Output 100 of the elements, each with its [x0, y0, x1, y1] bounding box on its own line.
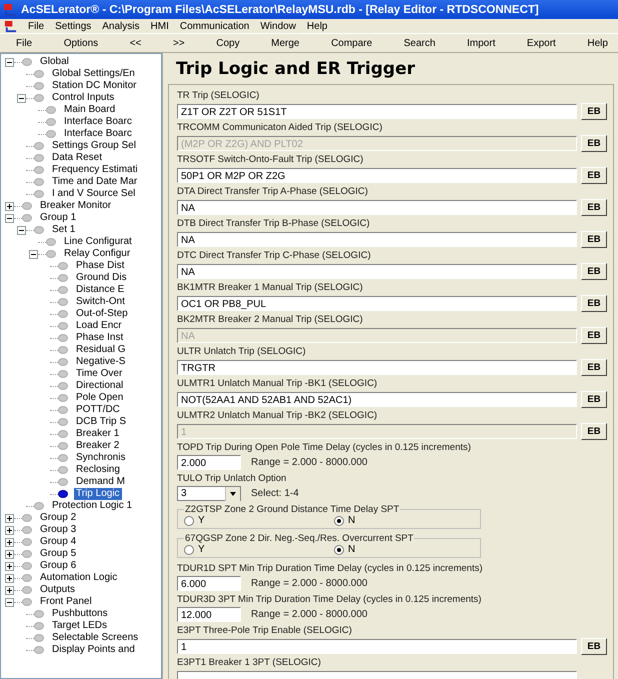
radio-option[interactable]: N	[334, 544, 474, 555]
menu-item[interactable]: Help	[306, 20, 328, 32]
toolbar-button[interactable]: Import	[465, 38, 498, 48]
tree-item[interactable]: Outputs	[38, 584, 78, 596]
toolbar-button[interactable]: <<	[128, 38, 144, 48]
tree-item[interactable]: Breaker 2	[74, 440, 122, 452]
menu-item[interactable]: HMI	[150, 20, 169, 32]
expand-toggle-icon[interactable]	[5, 550, 14, 558]
tree-item[interactable]: POTT/DC	[74, 404, 122, 416]
tree-item[interactable]: Ground Dis	[74, 272, 129, 284]
tree-item[interactable]: Settings Group Sel	[50, 140, 138, 152]
menu-item[interactable]: Communication	[180, 20, 250, 32]
expand-toggle-icon[interactable]	[5, 202, 14, 210]
expand-toggle-icon[interactable]	[5, 562, 14, 570]
input-field[interactable]: 50P1 OR M2P OR Z2G	[177, 168, 577, 182]
dropdown[interactable]: 3	[177, 486, 241, 501]
tree-item[interactable]: Switch-Ont	[74, 296, 127, 308]
edit-button[interactable]: EB	[581, 102, 607, 120]
tree-item[interactable]: Time Over	[74, 368, 124, 380]
input-field[interactable]: NOT(52AA1 AND 52AB1 AND 52AC1)	[177, 392, 577, 406]
toolbar-button[interactable]: Options	[62, 38, 100, 48]
input-field[interactable]: 6.000	[177, 576, 241, 591]
tree-item[interactable]: Station DC Monitor	[50, 80, 138, 92]
tree-item[interactable]: Breaker Monitor	[38, 200, 114, 212]
toolbar-button[interactable]: Merge	[269, 38, 302, 48]
tree-item[interactable]: Group 5	[38, 548, 78, 560]
tree-item[interactable]: Protection Logic 1	[50, 500, 134, 512]
expand-toggle-icon[interactable]	[5, 214, 14, 222]
tree-item[interactable]: Directional	[74, 380, 126, 392]
radio-option[interactable]: Y	[184, 544, 334, 555]
input-field[interactable]: 1	[177, 638, 577, 654]
tree-item[interactable]: Reclosing	[74, 464, 122, 476]
tree-item[interactable]: Load Encr	[74, 320, 124, 332]
tree-item[interactable]: Phase Dist	[74, 260, 126, 272]
edit-button[interactable]: EB	[581, 358, 607, 376]
edit-button[interactable]: EB	[581, 390, 607, 408]
radio-button[interactable]	[334, 544, 344, 554]
tree-item[interactable]: Interface Boarc	[62, 116, 134, 128]
tree-item[interactable]: Display Points and	[50, 644, 137, 656]
edit-button[interactable]: EB	[581, 262, 607, 280]
menu-item[interactable]: Analysis	[102, 20, 140, 32]
input-field[interactable]: 2.000	[177, 455, 241, 470]
toolbar-button[interactable]: File	[14, 38, 34, 48]
tree-item[interactable]: Demand M	[74, 476, 127, 488]
menu-item[interactable]: Window	[260, 20, 296, 32]
expand-toggle-icon[interactable]	[5, 586, 14, 594]
tree-item[interactable]: Group 3	[38, 524, 78, 536]
tree-item[interactable]: DCB Trip S	[74, 416, 128, 428]
expand-toggle-icon[interactable]	[5, 58, 14, 66]
input-field[interactable]: NA	[177, 264, 577, 278]
menu-item[interactable]: File	[28, 20, 44, 32]
tree-item[interactable]: Automation Logic	[38, 572, 120, 584]
expand-toggle-icon[interactable]	[5, 598, 14, 606]
tree-item[interactable]: Synchronis	[74, 452, 128, 464]
tree-item[interactable]: Main Board	[62, 104, 118, 116]
tree-item[interactable]: Set 1	[50, 224, 78, 236]
edit-button[interactable]: EB	[581, 294, 607, 312]
edit-button[interactable]: EB	[581, 638, 607, 654]
tree-item[interactable]: Group 2	[38, 512, 78, 524]
tree-item[interactable]: Selectable Screens	[50, 632, 140, 644]
tree-item[interactable]: Target LEDs	[50, 620, 110, 632]
toolbar-button[interactable]: Export	[524, 38, 558, 48]
expand-toggle-icon[interactable]	[5, 514, 14, 522]
expand-toggle-icon[interactable]	[17, 94, 26, 102]
tree-item[interactable]: Phase Inst	[74, 332, 126, 344]
tree-item[interactable]: Breaker 1	[74, 428, 122, 440]
edit-button[interactable]: EB	[581, 198, 607, 216]
tree-item[interactable]: I and V Source Sel	[50, 188, 138, 200]
input-field[interactable]: Z1T OR Z2T OR 51S1T	[177, 104, 577, 118]
expand-toggle-icon[interactable]	[5, 526, 14, 534]
radio-button[interactable]	[184, 544, 194, 554]
toolbar-button[interactable]: >>	[170, 38, 187, 48]
menu-item[interactable]: Settings	[55, 20, 92, 32]
input-field[interactable]: 12.000	[177, 607, 241, 622]
radio-option[interactable]: N	[334, 515, 474, 526]
tree-item[interactable]: Global	[38, 56, 71, 68]
radio-button[interactable]	[184, 516, 194, 526]
edit-button[interactable]: EB	[581, 230, 607, 248]
tree-item[interactable]: Group 4	[38, 536, 78, 548]
tree-item[interactable]: Pole Open	[74, 392, 126, 404]
expand-toggle-icon[interactable]	[5, 574, 14, 582]
radio-option[interactable]: Y	[184, 515, 334, 526]
radio-button[interactable]	[334, 516, 344, 526]
tree-item[interactable]: Line Configurat	[62, 236, 134, 248]
toolbar-button[interactable]: Help	[585, 38, 610, 48]
tree-item[interactable]: Out-of-Step	[74, 308, 130, 320]
tree-item[interactable]: Time and Date Mar	[50, 176, 140, 188]
tree-item[interactable]: Trip Logic	[74, 488, 122, 500]
toolbar-button[interactable]: Compare	[329, 38, 374, 48]
expand-toggle-icon[interactable]	[5, 538, 14, 546]
input-field[interactable]: TRGTR	[177, 360, 577, 374]
tree-item[interactable]: Frequency Estimati	[50, 164, 140, 176]
tree-item[interactable]: Group 6	[38, 560, 78, 572]
tree-item[interactable]: Pushbuttons	[50, 608, 110, 620]
tree-item[interactable]: Control Inputs	[50, 92, 116, 104]
expand-toggle-icon[interactable]	[29, 250, 38, 258]
tree-item[interactable]: Interface Boarc	[62, 128, 134, 140]
toolbar-button[interactable]: Search	[402, 38, 438, 48]
input-field[interactable]: NA	[177, 200, 577, 214]
tree-item[interactable]: Residual G	[74, 344, 128, 356]
